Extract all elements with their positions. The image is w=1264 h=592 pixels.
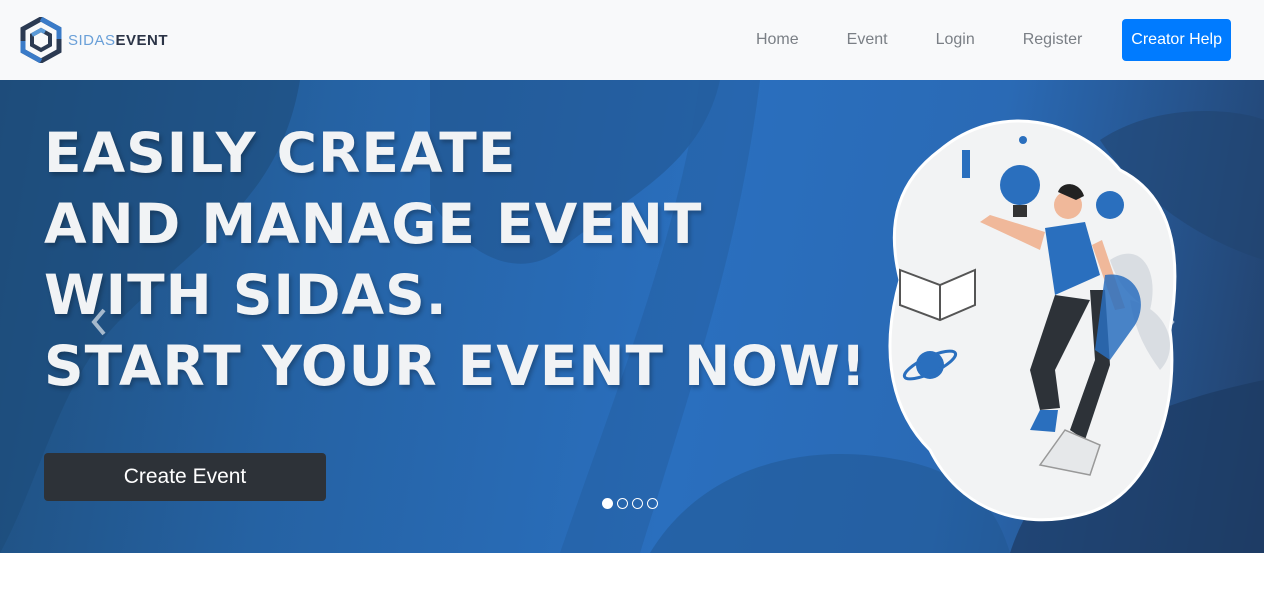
hexagon-logo-icon xyxy=(20,17,62,63)
create-event-button[interactable]: Create Event xyxy=(44,453,326,501)
nav-home-link[interactable]: Home xyxy=(732,0,823,80)
brand[interactable]: SIDASEVENT xyxy=(20,17,168,63)
brand-name: SIDASEVENT xyxy=(68,32,168,49)
hero-headline: EASILY CREATE AND MANAGE EVENT WITH SIDA… xyxy=(44,118,867,402)
navbar: SIDASEVENT Home Event Login Register Cre… xyxy=(0,0,1264,80)
carousel-indicator[interactable] xyxy=(617,498,628,509)
headline-line: START YOUR EVENT NOW! xyxy=(44,334,867,398)
creator-help-button[interactable]: Creator Help xyxy=(1122,19,1231,61)
headline-line: EASILY CREATE xyxy=(44,121,517,185)
nav-event-link[interactable]: Event xyxy=(823,0,912,80)
brand-name-bold: EVENT xyxy=(115,31,169,49)
person-idea-illustration xyxy=(888,119,1177,522)
nav-register-link[interactable]: Register xyxy=(999,0,1107,80)
carousel-prev-button[interactable] xyxy=(84,302,114,342)
headline-line: AND MANAGE EVENT xyxy=(44,192,703,256)
chevron-left-icon xyxy=(91,308,106,336)
hero-carousel: EASILY CREATE AND MANAGE EVENT WITH SIDA… xyxy=(0,80,1264,553)
nav-links: Home Event Login Register Creator Help xyxy=(732,0,1264,80)
carousel-indicator[interactable] xyxy=(647,498,658,509)
nav-login-link[interactable]: Login xyxy=(912,0,999,80)
brand-name-light: SIDAS xyxy=(68,31,116,49)
carousel-indicators xyxy=(602,498,658,509)
headline-line: WITH SIDAS. xyxy=(44,263,448,327)
carousel-indicator[interactable] xyxy=(602,498,613,509)
carousel-indicator[interactable] xyxy=(632,498,643,509)
page-content-below xyxy=(0,553,1264,592)
